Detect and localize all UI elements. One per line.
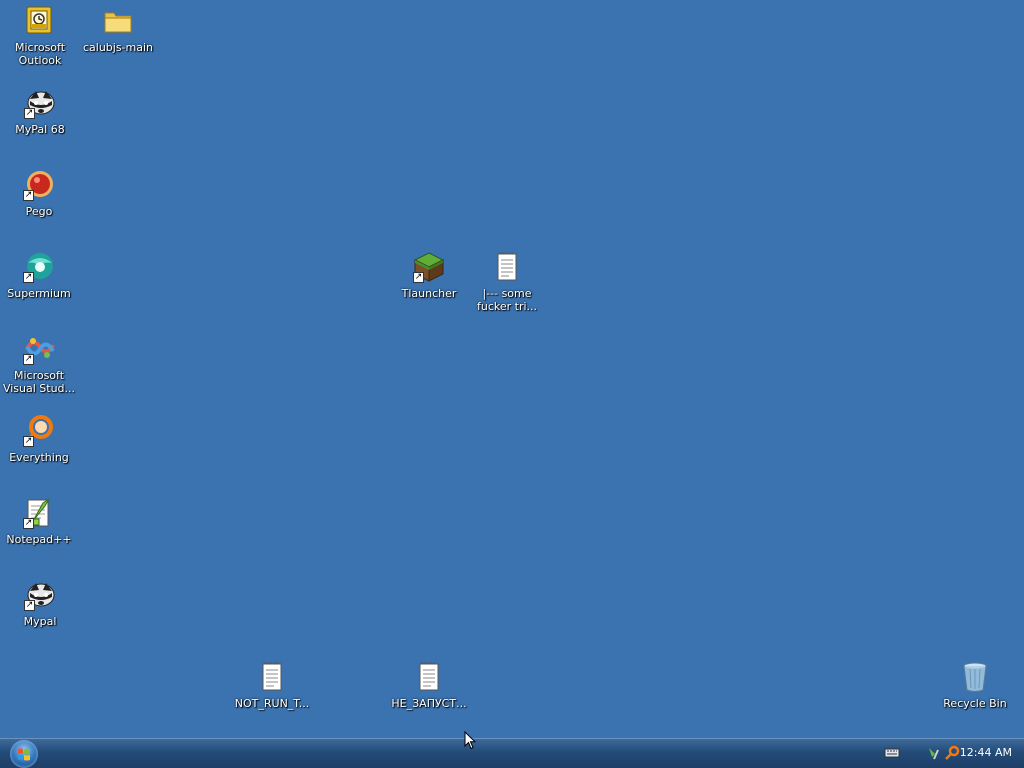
- shortcut-arrow-icon: ↗: [23, 354, 34, 365]
- shortcut-arrow-icon: ↗: [23, 518, 34, 529]
- desktop-icon-mypal[interactable]: ↗ Mypal: [1, 579, 79, 628]
- keyboard-icon[interactable]: [884, 745, 900, 764]
- desktop-icon-label: Pego: [25, 205, 53, 218]
- desktop-icon-label: Recycle Bin: [943, 697, 1007, 710]
- desktop-icon-label: |--- some fucker tri...: [476, 287, 538, 313]
- text-file-icon: [413, 661, 445, 693]
- system-tray: 12:44 AM: [864, 739, 1024, 768]
- desktop-icon-microsoft-visual-studio[interactable]: ↗ Microsoft Visual Stud...: [0, 333, 78, 395]
- start-button[interactable]: [10, 740, 38, 768]
- raccoon-icon: ↗: [24, 87, 56, 119]
- desktop-icon-not-run-file[interactable]: NOT_RUN_T...: [233, 661, 311, 710]
- notepad-plus-plus-icon: ↗: [23, 497, 55, 529]
- desktop-icon-label: Notepad++: [6, 533, 72, 546]
- folder-icon: [102, 5, 134, 37]
- desktop-icon-label: Microsoft Visual Stud...: [2, 369, 76, 395]
- shortcut-arrow-icon: ↗: [23, 436, 34, 447]
- grass-block-icon: ↗: [413, 251, 445, 283]
- everything-search-icon: ↗: [23, 415, 55, 447]
- desktop-icon-ne-zapusk-file[interactable]: НЕ_ЗАПУСТ...: [390, 661, 468, 710]
- desktop-icon-calubjs-main[interactable]: calubjs-main: [79, 5, 157, 54]
- visual-studio-icon: ↗: [23, 333, 55, 365]
- shortcut-arrow-icon: ↗: [413, 272, 424, 283]
- desktop-icon-label: Microsoft Outlook: [14, 41, 66, 67]
- outlook-icon: [24, 5, 56, 37]
- supermium-icon: ↗: [23, 251, 55, 283]
- windows-logo-icon: [18, 748, 30, 761]
- taskbar-clock[interactable]: 12:44 AM: [960, 746, 1012, 759]
- desktop-icon-mypal-68[interactable]: ↗ MyPal 68: [1, 87, 79, 136]
- shortcut-arrow-icon: ↗: [24, 600, 35, 611]
- shortcut-arrow-icon: ↗: [24, 108, 35, 119]
- desktop-icon-label: Tlauncher: [401, 287, 457, 300]
- desktop-icon-microsoft-outlook[interactable]: Microsoft Outlook: [1, 5, 79, 67]
- desktop-icon-label: НЕ_ЗАПУСТ...: [391, 697, 467, 710]
- desktop-icon-tlauncher[interactable]: ↗ Tlauncher: [390, 251, 468, 300]
- mouse-cursor-icon: [464, 730, 477, 750]
- shortcut-arrow-icon: ↗: [23, 272, 34, 283]
- desktop-icon-everything[interactable]: ↗ Everything: [0, 415, 78, 464]
- desktop-icon-label: MyPal 68: [15, 123, 65, 136]
- desktop-icon-label: Everything: [9, 451, 69, 464]
- desktop-icon-label: calubjs-main: [82, 41, 154, 54]
- shortcut-arrow-icon: ↗: [23, 190, 34, 201]
- desktop-icon-label: Mypal: [23, 615, 57, 628]
- text-file-icon: [491, 251, 523, 283]
- desktop-icon-text-file[interactable]: |--- some fucker tri...: [468, 251, 546, 313]
- raccoon-icon: ↗: [24, 579, 56, 611]
- desktop-icon-label: NOT_RUN_T...: [234, 697, 310, 710]
- taskbar: 12:44 AM: [0, 738, 1024, 768]
- desktop-icon-supermium[interactable]: ↗ Supermium: [0, 251, 78, 300]
- desktop-icon-label: Supermium: [7, 287, 71, 300]
- pego-icon: ↗: [23, 169, 55, 201]
- desktop[interactable]: Microsoft Outlook calubjs-main ↗ MyPal 6…: [0, 0, 1024, 738]
- search-tray-icon[interactable]: [944, 745, 960, 765]
- recycle-bin-icon: [959, 661, 991, 693]
- desktop-icon-recycle-bin[interactable]: Recycle Bin: [936, 661, 1014, 710]
- desktop-icon-notepad-plus-plus[interactable]: ↗ Notepad++: [0, 497, 78, 546]
- network-icon[interactable]: [926, 745, 942, 765]
- desktop-icon-pego[interactable]: ↗ Pego: [0, 169, 78, 218]
- text-file-icon: [256, 661, 288, 693]
